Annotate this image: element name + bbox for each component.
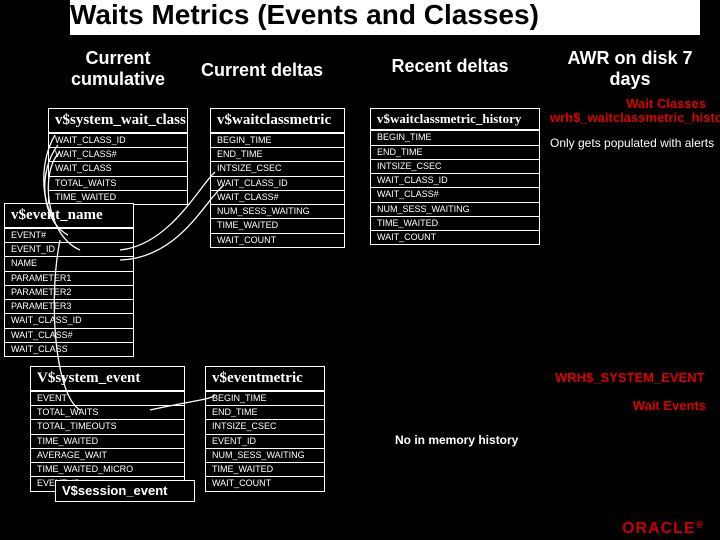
col: EVENT xyxy=(31,391,184,405)
table-title: v$system_wait_class xyxy=(49,109,187,133)
col: WAIT_CLASS_ID xyxy=(211,176,344,190)
awr-wrh-waitclass: wrh$_waitclassmetric_history xyxy=(550,110,720,125)
col: NUM_SESS_WAITING xyxy=(206,448,324,462)
col: TOTAL_WAITS xyxy=(31,405,184,419)
col: WAIT_CLASS_ID xyxy=(371,173,539,187)
slide-title: Waits Metrics (Events and Classes) xyxy=(70,0,700,35)
col: WAIT_COUNT xyxy=(371,230,539,244)
col: BEGIN_TIME xyxy=(206,391,324,405)
col: EVENT_ID xyxy=(206,434,324,448)
col: WAIT_COUNT xyxy=(206,476,324,490)
table-title: v$waitclassmetric xyxy=(211,109,344,133)
col: WAIT_CLASS# xyxy=(49,147,187,161)
col: NUM_SESS_WAITING xyxy=(371,202,539,216)
col: INTSIZE_CSEC xyxy=(371,159,539,173)
col: TIME_WAITED xyxy=(49,190,187,204)
table-waitclassmetric: v$waitclassmetric BEGIN_TIME END_TIME IN… xyxy=(210,108,345,248)
col: WAIT_CLASS xyxy=(5,342,133,356)
col: NAME xyxy=(5,256,133,270)
col: TIME_WAITED xyxy=(206,462,324,476)
col: INTSIZE_CSEC xyxy=(206,419,324,433)
col: TIME_WAITED xyxy=(31,434,184,448)
col: END_TIME xyxy=(211,147,344,161)
col: TIME_WAITED xyxy=(211,218,344,232)
col: EVENT_ID xyxy=(5,242,133,256)
col: WAIT_COUNT xyxy=(211,233,344,247)
col: WAIT_CLASS# xyxy=(5,328,133,342)
col: BEGIN_TIME xyxy=(371,130,539,144)
col: END_TIME xyxy=(371,145,539,159)
col: NUM_SESS_WAITING xyxy=(211,204,344,218)
col: PARAMETER2 xyxy=(5,285,133,299)
section-wait-classes: Wait Classes xyxy=(626,96,706,111)
note-no-memory: No in memory history xyxy=(395,433,518,447)
table-waitclassmetric-history: v$waitclassmetric_history BEGIN_TIME END… xyxy=(370,108,540,245)
col: TIME_WAITED xyxy=(371,216,539,230)
col: WAIT_CLASS_ID xyxy=(49,133,187,147)
col: END_TIME xyxy=(206,405,324,419)
table-event-name: v$event_name EVENT# EVENT_ID NAME PARAME… xyxy=(4,203,134,357)
col: PARAMETER3 xyxy=(5,299,133,313)
col: WAIT_CLASS xyxy=(49,161,187,175)
table-eventmetric: v$eventmetric BEGIN_TIME END_TIME INTSIZ… xyxy=(205,366,325,492)
col-header-recent-deltas: Recent deltas xyxy=(370,56,530,77)
note-alerts: Only gets populated with alerts xyxy=(550,136,714,150)
awr-wrh-system-event: WRH$_SYSTEM_EVENT xyxy=(555,370,705,385)
col-header-current-deltas: Current deltas xyxy=(192,60,332,81)
section-wait-events: Wait Events xyxy=(633,398,706,413)
table-title: v$waitclassmetric_history xyxy=(371,109,539,130)
col: TIME_WAITED_MICRO xyxy=(31,462,184,476)
table-title: V$system_event xyxy=(31,367,184,391)
col: INTSIZE_CSEC xyxy=(211,161,344,175)
col: TOTAL_WAITS xyxy=(49,176,187,190)
table-session-event: V$session_event xyxy=(55,480,195,502)
table-system-event: V$system_event EVENT TOTAL_WAITS TOTAL_T… xyxy=(30,366,185,492)
col-header-awr: AWR on disk 7 days xyxy=(550,48,710,89)
col: PARAMETER1 xyxy=(5,271,133,285)
col: WAIT_CLASS_ID xyxy=(5,313,133,327)
diagram-area: Current cumulative Current deltas Recent… xyxy=(0,48,720,516)
col-header-cumulative: Current cumulative xyxy=(48,48,188,89)
col: WAIT_CLASS# xyxy=(211,190,344,204)
table-title: V$session_event xyxy=(56,481,194,501)
col: BEGIN_TIME xyxy=(211,133,344,147)
table-title: v$eventmetric xyxy=(206,367,324,391)
table-system-wait-class: v$system_wait_class WAIT_CLASS_ID WAIT_C… xyxy=(48,108,188,205)
col: AVERAGE_WAIT xyxy=(31,448,184,462)
col: TOTAL_TIMEOUTS xyxy=(31,419,184,433)
footer-bar: ORACLE® xyxy=(0,516,720,540)
table-title: v$event_name xyxy=(5,204,133,228)
col: EVENT# xyxy=(5,228,133,242)
col: WAIT_CLASS# xyxy=(371,187,539,201)
oracle-logo: ORACLE® xyxy=(622,520,704,538)
